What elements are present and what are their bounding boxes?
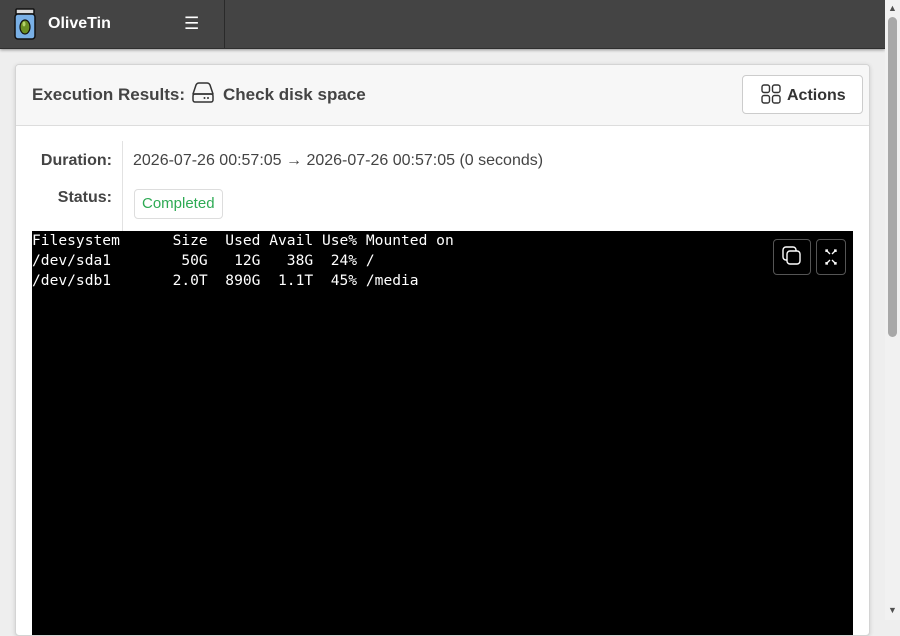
- hard-drive-icon: [192, 82, 214, 103]
- actions-button-label: Actions: [787, 87, 846, 104]
- fullscreen-button[interactable]: [816, 239, 846, 275]
- copy-output-button[interactable]: [773, 239, 811, 275]
- terminal-line: /dev/sdb1 2.0T 890G 1.1T 45% /media: [32, 272, 419, 289]
- app-title[interactable]: OliveTin: [48, 15, 111, 33]
- olive-jar-logo[interactable]: [13, 8, 37, 40]
- terminal-line: /dev/sda1 50G 12G 38G 24% /: [32, 252, 375, 269]
- scroll-down-arrow[interactable]: ▼: [885, 603, 900, 617]
- card-header: Execution Results: Check disk space Acti…: [16, 65, 869, 126]
- top-navigation-bar: OliveTin ☰: [0, 0, 885, 49]
- scrollbar-thumb[interactable]: [888, 17, 897, 337]
- scroll-up-arrow[interactable]: ▲: [885, 1, 900, 15]
- page-scrollbar[interactable]: ▲ ▼: [885, 0, 900, 620]
- status-label: Status:: [57, 189, 112, 206]
- grid-icon: [761, 84, 781, 104]
- copy-icon: [782, 246, 801, 265]
- terminal-line: Filesystem Size Used Avail Use% Mounted …: [32, 232, 454, 249]
- info-divider: [122, 141, 123, 231]
- hamburger-menu-icon[interactable]: ☰: [184, 14, 199, 34]
- duration-label: Duration:: [40, 152, 112, 169]
- action-name: Check disk space: [223, 85, 366, 104]
- execution-results-heading: Execution Results:: [32, 85, 186, 104]
- fullscreen-icon: [825, 249, 837, 265]
- execution-results-card: Execution Results: Check disk space Acti…: [15, 64, 870, 636]
- topbar-divider: [224, 0, 225, 48]
- actions-button[interactable]: Actions: [742, 75, 863, 114]
- duration-value: 2026-07-26 00:57:05 → 2026-07-26 00:57:0…: [133, 152, 544, 169]
- terminal-output[interactable]: Filesystem Size Used Avail Use% Mounted …: [32, 231, 853, 635]
- status-badge: Completed: [134, 189, 223, 219]
